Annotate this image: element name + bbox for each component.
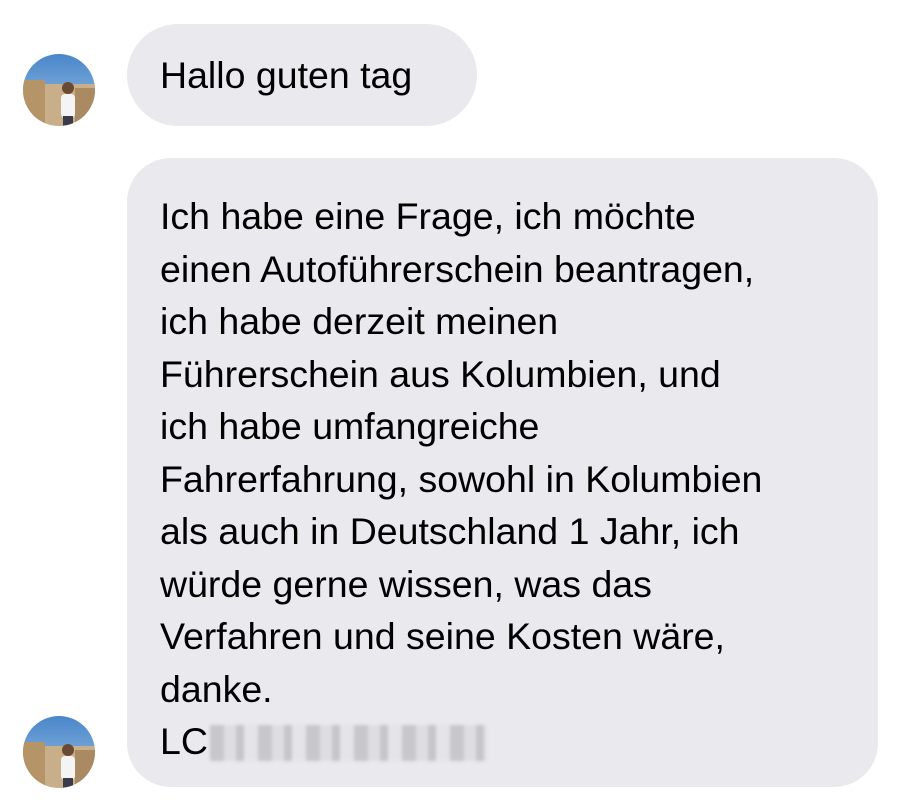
redacted-name <box>209 725 488 762</box>
message-bubble-greeting[interactable]: Hallo guten tag <box>127 24 477 126</box>
avatar-photo-icon <box>23 716 95 788</box>
message-text: Ich habe eine Frage, ich möchte einen Au… <box>160 195 763 710</box>
sender-avatar[interactable] <box>23 716 95 788</box>
message-text: Hallo guten tag <box>160 54 413 96</box>
message-signature: LC <box>160 715 848 768</box>
signature-prefix: LC <box>160 720 208 762</box>
sender-avatar[interactable] <box>23 54 95 126</box>
avatar-photo-icon <box>23 54 95 126</box>
message-bubble-question[interactable]: Ich habe eine Frage, ich möchte einen Au… <box>127 158 878 787</box>
